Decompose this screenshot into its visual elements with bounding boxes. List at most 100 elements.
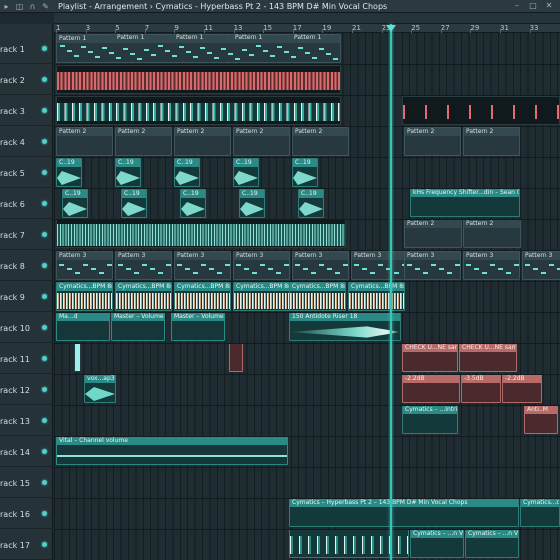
pattern-clip[interactable]: Pattern 3 xyxy=(56,251,113,280)
audio-clip[interactable]: C..19 xyxy=(174,158,200,187)
audio-clip[interactable]: CHECK U...NE sample xyxy=(402,343,458,372)
audio-clip[interactable] xyxy=(229,343,243,372)
pattern-clip[interactable]: Pattern 3 xyxy=(115,251,172,280)
pattern-clip[interactable]: Pattern 1 xyxy=(174,34,231,63)
track-header[interactable]: rack 9 xyxy=(0,281,53,312)
pattern-clip[interactable]: Pattern 3 xyxy=(292,251,349,280)
magnet-icon[interactable]: ∩ xyxy=(27,1,38,12)
track-enable-led[interactable] xyxy=(42,449,47,454)
audio-clip[interactable]: C..19 xyxy=(298,189,324,218)
track-header[interactable]: rack 16 xyxy=(0,498,53,529)
audio-clip[interactable]: C..19 xyxy=(115,158,141,187)
playlist-grid[interactable]: Pattern 1 Pattern 1 Pattern 1 Pattern 1 … xyxy=(54,33,560,560)
audio-clip[interactable] xyxy=(402,96,560,125)
track-enable-led[interactable] xyxy=(42,480,47,485)
audio-clip[interactable]: C..19 xyxy=(121,189,147,218)
audio-clip[interactable]: Cymatics – Hyperbass Pt 2 – 143 BPM D# M… xyxy=(289,498,519,527)
maximize-icon[interactable]: □ xyxy=(528,1,538,11)
pattern-clip[interactable]: Pattern 2 xyxy=(292,127,349,156)
playhead-marker[interactable] xyxy=(386,25,396,32)
audio-clip[interactable]: Cymatics...BPM 8min xyxy=(115,282,172,311)
audio-clip[interactable]: Cymatics...cal Chops xyxy=(520,498,560,527)
dropdown-arrow-icon[interactable]: ▸ xyxy=(1,1,12,12)
pattern-clip[interactable]: Pattern 1 xyxy=(292,34,341,63)
pattern-clip[interactable]: Pattern 2 xyxy=(404,127,461,156)
track-header[interactable]: rack 11 xyxy=(0,343,53,374)
pattern-clip[interactable]: Pattern 2 xyxy=(115,127,172,156)
track-enable-led[interactable] xyxy=(42,201,47,206)
audio-clip[interactable]: -2.2dB xyxy=(502,374,542,403)
audio-clip[interactable]: C..19 xyxy=(180,189,206,218)
audio-clip[interactable]: kHs Frequency Shifter...din – Sean 03 – … xyxy=(410,188,520,217)
audio-clip[interactable]: Anti..M xyxy=(524,405,558,434)
audio-clip[interactable]: Cymatics – ...n Vocal xyxy=(465,529,519,558)
pattern-clip[interactable]: Pattern 1 xyxy=(115,34,172,63)
pattern-clip[interactable]: Pattern 2 xyxy=(233,127,290,156)
track-header[interactable]: rack 17 xyxy=(0,529,53,560)
track-header[interactable]: rack 1 xyxy=(0,33,53,64)
track-enable-led[interactable] xyxy=(42,356,47,361)
track-enable-led[interactable] xyxy=(42,108,47,113)
audio-clip[interactable]: C..19 xyxy=(62,189,88,218)
minimize-icon[interactable]: – xyxy=(512,1,522,11)
audio-clip[interactable]: C..19 xyxy=(239,189,265,218)
track-header[interactable]: rack 5 xyxy=(0,157,53,188)
audio-clip[interactable] xyxy=(56,219,346,248)
track-enable-led[interactable] xyxy=(42,542,47,547)
audio-clip[interactable]: 150 Antidote Riser 18 xyxy=(289,312,401,341)
track-header[interactable]: rack 3 xyxy=(0,95,53,126)
playhead[interactable] xyxy=(390,24,392,560)
snap-icon[interactable]: ◫ xyxy=(14,1,25,12)
track-header[interactable]: rack 7 xyxy=(0,219,53,250)
timeline-ruler[interactable]: 1 3 5 7 9 11 13 15 17 19 21 23 25 27 29 31 33 xyxy=(54,24,560,33)
track-header[interactable]: rack 10 xyxy=(0,312,53,343)
pattern-clip[interactable]: Pattern 3 xyxy=(463,251,520,280)
pattern-clip[interactable]: Pattern 2 xyxy=(404,219,462,248)
track-header[interactable]: rack 4 xyxy=(0,126,53,157)
track-header[interactable]: rack 14 xyxy=(0,436,53,467)
audio-clip[interactable]: C..19 xyxy=(56,158,82,187)
audio-clip[interactable]: vox...ap3 xyxy=(84,374,116,403)
pattern-clip[interactable]: Pattern 2 xyxy=(463,127,520,156)
audio-clip[interactable]: Cymatics...BPM 8min xyxy=(233,282,290,311)
audio-clip[interactable] xyxy=(74,343,81,372)
audio-clip[interactable]: -3.5dB xyxy=(461,374,501,403)
pattern-clip[interactable]: Pattern 2 xyxy=(56,127,113,156)
automation-clip[interactable]: Vital – Channel volume xyxy=(56,436,288,465)
pattern-clip[interactable]: Pattern 3 xyxy=(233,251,290,280)
track-enable-led[interactable] xyxy=(42,139,47,144)
pattern-clip[interactable]: Pattern 2 xyxy=(174,127,231,156)
audio-clip[interactable]: C..19 xyxy=(292,158,318,187)
pattern-clip[interactable]: Pattern 3 xyxy=(404,251,461,280)
track-enable-led[interactable] xyxy=(42,170,47,175)
audio-clip[interactable]: Cymatics...BPM 8min xyxy=(348,282,405,311)
pattern-clip[interactable]: Pattern 3 xyxy=(522,251,560,280)
pattern-clip[interactable]: Pattern 2 xyxy=(463,219,521,248)
pattern-clip[interactable]: Pattern 3 xyxy=(174,251,231,280)
track-header[interactable]: rack 12 xyxy=(0,374,53,405)
marker-bar[interactable] xyxy=(54,13,560,24)
track-header[interactable]: rack 8 xyxy=(0,250,53,281)
pencil-icon[interactable]: ✎ xyxy=(40,1,51,12)
track-enable-led[interactable] xyxy=(42,294,47,299)
audio-clip[interactable]: Cymatics – ...n Vocal xyxy=(410,529,464,558)
track-enable-led[interactable] xyxy=(42,46,47,51)
automation-clip[interactable]: Master – Volume xyxy=(111,312,165,341)
drum-clip[interactable] xyxy=(56,65,341,94)
audio-clip[interactable]: CHECK U...NE sample xyxy=(459,343,517,372)
track-enable-led[interactable] xyxy=(42,232,47,237)
track-header[interactable]: rack 15 xyxy=(0,467,53,498)
track-enable-led[interactable] xyxy=(42,511,47,516)
track-enable-led[interactable] xyxy=(42,418,47,423)
audio-clip[interactable]: -2.2dB xyxy=(402,374,460,403)
pattern-clip[interactable]: Pattern 3 xyxy=(351,251,408,280)
audio-clip[interactable]: Cymatics – ...Intrigue xyxy=(402,405,458,434)
track-header[interactable]: rack 2 xyxy=(0,64,53,95)
audio-clip[interactable]: Cymatics...BPM 8min xyxy=(174,282,231,311)
audio-clip[interactable]: Cymatics...BPM 8min xyxy=(289,282,346,311)
audio-clip[interactable] xyxy=(56,96,341,125)
track-header[interactable]: rack 13 xyxy=(0,405,53,436)
track-enable-led[interactable] xyxy=(42,387,47,392)
automation-clip[interactable]: Master – Volume xyxy=(171,312,225,341)
automation-clip[interactable]: Ma...d xyxy=(56,312,110,341)
